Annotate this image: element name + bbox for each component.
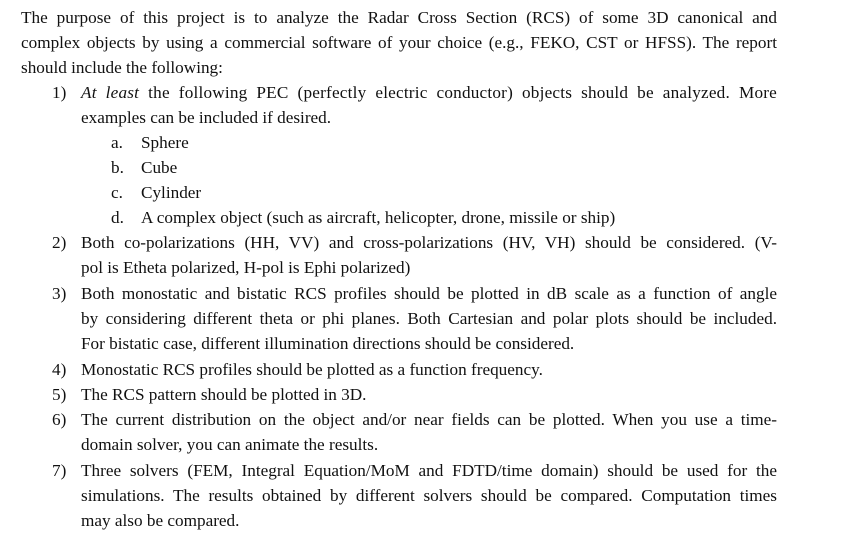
subitem-text: Cylinder [141,183,202,202]
item-line: The RCS pattern should be plotted in 3D. [81,385,367,404]
item-number: 3) [52,284,67,303]
intro-line: The purpose of this project is to analyz… [21,8,777,27]
subitem-letter: d. [111,208,124,227]
item-line: by considering different theta or phi pl… [81,309,777,328]
subitem-letter: b. [111,158,124,177]
intro-line: should include the following: [21,58,223,77]
item-line: examples can be included if desired. [81,108,332,127]
item-line: For bistatic case, different illuminatio… [81,334,575,353]
item-line: Monostatic RCS profiles should be plotte… [81,360,543,379]
item-line: domain solver, you can animate the resul… [81,435,379,454]
item-line-text: the following PEC (perfectly electric co… [139,83,777,102]
item-number: 7) [52,461,67,480]
emphasis-text: At least [81,83,140,102]
item-number: 2) [52,233,67,252]
intro-line: complex objects by using a commercial so… [21,33,777,52]
subitem-text: A complex object (such as aircraft, heli… [141,208,616,227]
item-line: Both co-polarizations (HH, VV) and cross… [81,233,777,252]
item-number: 1) [52,83,67,102]
subitem-letter: a. [111,133,123,152]
item-line: simulations. The results obtained by dif… [81,486,777,505]
item-number: 5) [52,385,67,404]
subitem-text: Sphere [141,133,189,152]
subitem-letter: c. [111,183,123,202]
item-line: Both monostatic and bistatic RCS profile… [81,284,777,303]
item-line: pol is Etheta polarized, H-pol is Ephi p… [81,258,411,277]
item-line: Three solvers (FEM, Integral Equation/Mo… [81,461,777,480]
item-line: may also be compared. [81,511,240,530]
item-number: 4) [52,360,67,379]
subitem-text: Cube [141,158,178,177]
item-number: 6) [52,410,67,429]
item-line: At least the following PEC (perfectly el… [81,80,777,105]
item-line: The current distribution on the object a… [81,410,777,429]
